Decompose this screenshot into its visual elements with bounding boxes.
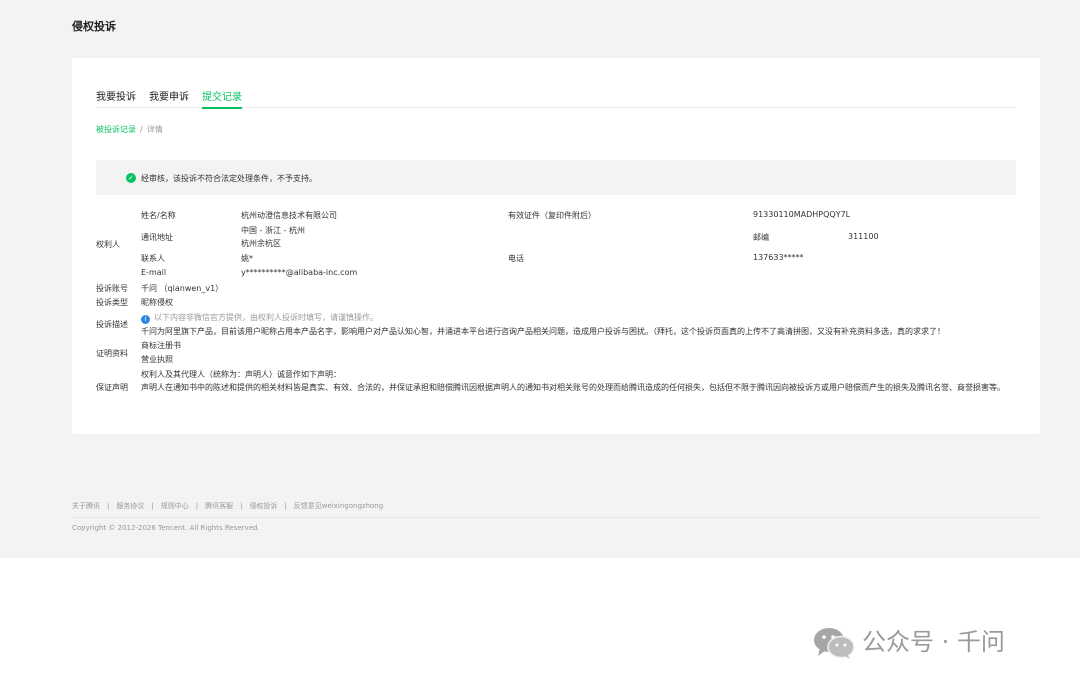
evidence-item: 营业执照 bbox=[141, 355, 173, 364]
evidence-item: 商标注册书 bbox=[141, 341, 181, 350]
wechat-icon bbox=[814, 628, 855, 659]
address-line2: 杭州余杭区 bbox=[241, 239, 281, 248]
footer-link-infringement[interactable]: 侵权投诉 bbox=[249, 502, 277, 510]
breadcrumb-separator: / bbox=[140, 125, 143, 134]
footer-links: 关于腾讯 | 服务协议 | 规则中心 | 腾讯客服 | 侵权投诉 | 反馈意见weixingongz… bbox=[72, 501, 383, 511]
footer-link-service-agreement[interactable]: 服务协议 bbox=[116, 502, 144, 510]
certificate-label: 有效证件（复印件附后） bbox=[508, 211, 596, 220]
footer-separator: | bbox=[107, 502, 110, 510]
type-label: 投诉类型 bbox=[96, 298, 128, 307]
footer-divider bbox=[72, 517, 1040, 518]
info-icon: i bbox=[141, 315, 150, 324]
certificate-value: 91330110MADHPQQY7L bbox=[753, 210, 851, 219]
description-hint-text: 以下内容非微信官方提供，由权利人投诉时填写，请谨慎操作。 bbox=[154, 313, 378, 322]
footer-separator: | bbox=[284, 502, 287, 510]
footer-link-rules[interactable]: 规则中心 bbox=[161, 502, 189, 510]
footer-separator: | bbox=[195, 502, 199, 510]
breadcrumb-current: 详情 bbox=[146, 125, 163, 134]
breadcrumb: 被投诉记录 / 详情 bbox=[96, 124, 163, 135]
account-label: 投诉账号 bbox=[96, 284, 128, 293]
address-label: 通讯地址 bbox=[141, 233, 173, 242]
breadcrumb-parent-link[interactable]: 被投诉记录 bbox=[96, 125, 136, 134]
review-result-text: 经审核，该投诉不符合法定处理条件，不予支持。 bbox=[141, 174, 317, 183]
phone-value: 137633***** bbox=[753, 253, 804, 262]
tab-records[interactable]: 提交记录 bbox=[202, 88, 242, 109]
postcode-label: 邮编 bbox=[753, 233, 769, 242]
tab-appeal[interactable]: 我要申诉 bbox=[149, 88, 189, 108]
account-value: 千问 （qianwen_v1） bbox=[141, 284, 224, 293]
contact-value: 姚* bbox=[241, 254, 253, 263]
contact-label: 联系人 bbox=[141, 254, 165, 263]
footer-separator: | bbox=[240, 502, 243, 510]
declaration-intro: 权利人及其代理人（统称为：声明人）诚意作如下声明： bbox=[141, 370, 341, 379]
description-text: 千问为阿里旗下产品，目前该用户昵称占用本产品名字，影响用户对产品认知心智，并涌进… bbox=[141, 327, 945, 336]
watermark-text: 公众号 · 千问 bbox=[862, 628, 1005, 656]
address-line1: 中国 - 浙江 - 杭州 bbox=[241, 226, 305, 235]
description-label: 投诉描述 bbox=[96, 320, 128, 329]
type-value: 昵称侵权 bbox=[141, 298, 173, 307]
review-result-notice: ✓ 经审核，该投诉不符合法定处理条件，不予支持。 bbox=[96, 160, 1016, 195]
email-label: E-mail bbox=[141, 268, 167, 277]
evidence-label: 证明资料 bbox=[96, 349, 128, 358]
phone-label: 电话 bbox=[508, 254, 524, 263]
check-circle-icon: ✓ bbox=[126, 173, 136, 183]
footer-link-feedback[interactable]: 反馈意见weixingongzhong bbox=[294, 502, 383, 510]
description-hint: i 以下内容非微信官方提供，由权利人投诉时填写，请谨慎操作。 bbox=[141, 312, 378, 324]
name-value: 杭州动澄信息技术有限公司 bbox=[241, 211, 337, 220]
page-title: 侵权投诉 bbox=[72, 20, 116, 33]
footer-separator: | bbox=[151, 502, 154, 510]
postcode-value: 311100 bbox=[848, 232, 879, 241]
tab-complain[interactable]: 我要投诉 bbox=[96, 88, 136, 108]
copyright: Copyright © 2012-2026 Tencent. All Right… bbox=[72, 524, 260, 532]
declaration-label: 保证声明 bbox=[96, 383, 128, 392]
footer-link-support[interactable]: 腾讯客服 bbox=[205, 502, 233, 510]
footer-link-about[interactable]: 关于腾讯 bbox=[72, 502, 100, 510]
tab-bar: 我要投诉 我要申诉 提交记录 bbox=[96, 88, 1016, 109]
rightsholder-group-label: 权利人 bbox=[96, 240, 120, 249]
email-value: y**********@alibaba-inc.com bbox=[241, 268, 358, 277]
content-card: 我要投诉 我要申诉 提交记录 被投诉记录 / 详情 ✓ 经审核，该投诉不符合法定处理… bbox=[72, 58, 1040, 434]
name-label: 姓名/名称 bbox=[141, 211, 176, 220]
declaration-text: 声明人在通知书中的陈述和提供的相关材料皆是真实、有效、合法的，并保证承担和赔偿腾… bbox=[141, 383, 1005, 392]
